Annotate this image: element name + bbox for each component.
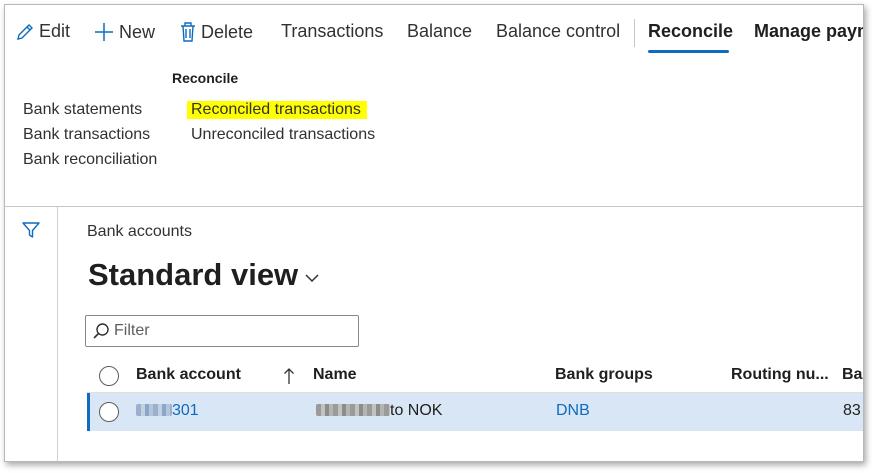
name-cell: to NOK xyxy=(316,402,442,420)
unreconciled-transactions-link[interactable]: Unreconciled transactions xyxy=(191,126,375,144)
new-label: New xyxy=(119,21,156,42)
column-header-routing-number[interactable]: Routing nu... xyxy=(731,366,829,384)
row-select-radio[interactable] xyxy=(99,402,119,422)
reconcile-group-title: Reconcile xyxy=(172,70,239,86)
column-header-bank-groups[interactable]: Bank groups xyxy=(555,366,653,384)
select-all-radio[interactable] xyxy=(99,366,119,386)
new-button[interactable]: New xyxy=(93,21,155,43)
table-row[interactable]: 301 to NOK DNB 83 xyxy=(87,393,863,431)
column-header-name[interactable]: Name xyxy=(313,366,357,384)
bank-reconciliation-link[interactable]: Bank reconciliation xyxy=(23,151,157,169)
tab-reconcile[interactable]: Reconcile xyxy=(648,21,733,42)
bank-statements-link[interactable]: Bank statements xyxy=(23,101,142,119)
redacted-name-prefix xyxy=(316,403,390,416)
search-icon xyxy=(93,323,109,339)
balance-control-label: Balance control xyxy=(496,21,621,41)
column-header-bank-account[interactable]: Bank account xyxy=(136,366,241,384)
page-title: Standard view xyxy=(88,257,299,292)
column-header-next[interactable]: Ba xyxy=(842,366,862,384)
toolbar-divider xyxy=(634,19,635,47)
view-selector[interactable]: Standard view xyxy=(88,257,320,293)
trash-icon xyxy=(181,22,195,42)
edit-button[interactable]: Edit xyxy=(15,21,70,42)
tab-manage-payments[interactable]: Manage paym xyxy=(754,21,864,42)
name-suffix: to NOK xyxy=(390,402,443,419)
bank-account-cell[interactable]: 301 xyxy=(136,402,199,420)
pencil-icon xyxy=(17,23,33,40)
reconcile-menu-panel: Reconcile Bank statements Bank transacti… xyxy=(5,57,863,207)
left-rail xyxy=(5,207,58,461)
edit-label: Edit xyxy=(39,21,71,41)
filter-input[interactable] xyxy=(114,322,344,340)
tab-balance[interactable]: Balance xyxy=(407,21,472,42)
filter-field[interactable] xyxy=(85,315,359,347)
redacted-bank-account-prefix xyxy=(136,403,172,416)
reconcile-label: Reconcile xyxy=(648,21,734,41)
bank-accounts-grid: Bank account Name Bank groups Routing nu… xyxy=(87,357,863,431)
bank-groups-cell[interactable]: DNB xyxy=(556,402,590,420)
chevron-down-icon xyxy=(305,274,319,283)
grid-header-row: Bank account Name Bank groups Routing nu… xyxy=(87,357,863,393)
delete-label: Delete xyxy=(201,21,254,42)
reconciled-transactions-link[interactable]: Reconciled transactions xyxy=(187,101,367,119)
sort-ascending-icon[interactable] xyxy=(283,367,295,385)
active-tab-indicator xyxy=(648,50,729,53)
panel-divider xyxy=(5,206,863,207)
plus-icon xyxy=(95,23,113,41)
tab-balance-control[interactable]: Balance control xyxy=(496,21,620,42)
breadcrumb[interactable]: Bank accounts xyxy=(87,223,192,241)
funnel-filter-icon[interactable] xyxy=(21,221,41,239)
balance-label: Balance xyxy=(407,21,473,41)
bank-transactions-link[interactable]: Bank transactions xyxy=(23,126,150,144)
tab-transactions[interactable]: Transactions xyxy=(281,21,383,42)
bank-account-suffix: 301 xyxy=(172,402,199,419)
delete-button[interactable]: Delete xyxy=(179,21,253,43)
action-toolbar: Edit New Delete Transactions Balance Bal… xyxy=(5,5,864,57)
next-column-cell: 83 xyxy=(843,402,861,419)
manage-payments-label: Manage paym xyxy=(754,21,864,41)
app-frame: Edit New Delete Transactions Balance Bal… xyxy=(4,4,864,462)
transactions-label: Transactions xyxy=(281,21,384,41)
